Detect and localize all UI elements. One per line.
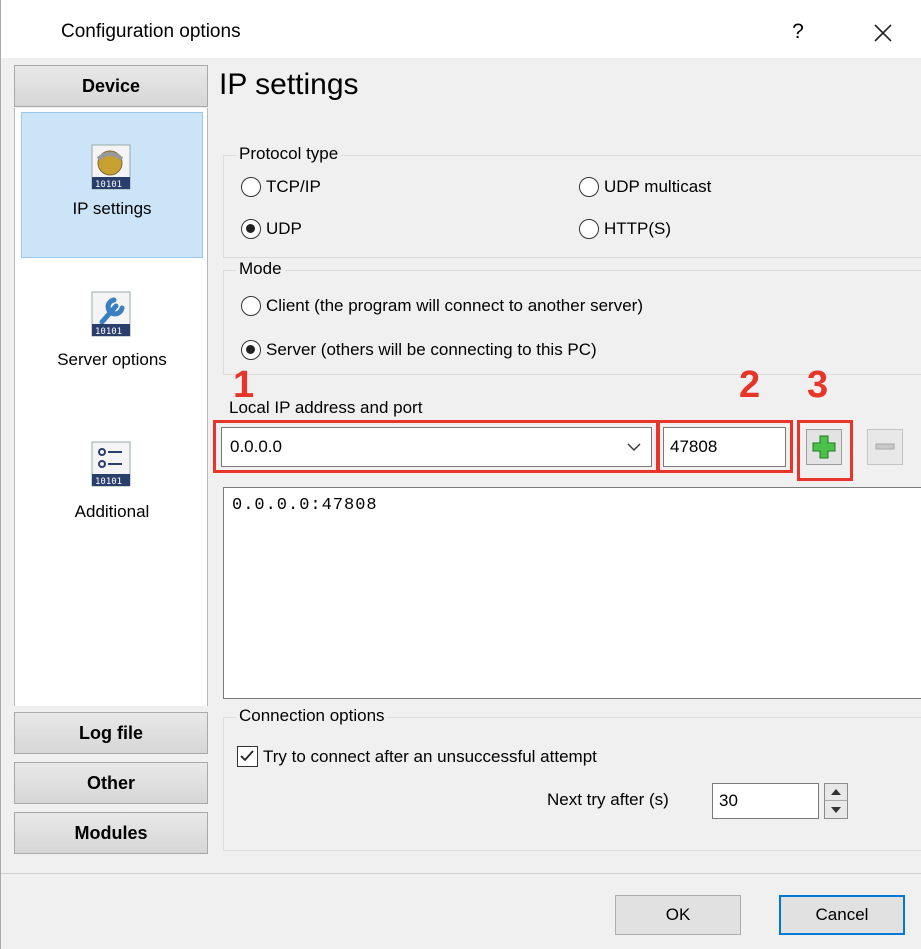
radio-button[interactable]	[241, 177, 261, 197]
sidebar-item-label: Additional	[74, 502, 150, 521]
radio-button[interactable]	[579, 177, 599, 197]
close-icon	[874, 23, 892, 42]
sidebar-panel: 10101 IP settings 10101 Server options 1…	[14, 108, 208, 706]
cancel-button[interactable]: Cancel	[779, 895, 905, 935]
sidebar-item-label: IP settings	[72, 199, 152, 218]
config-dialog: Configuration options ? Device 10101 IP …	[0, 0, 921, 949]
radio-button[interactable]	[241, 296, 261, 316]
group-label: Mode	[236, 259, 285, 279]
radio-label: Server (others will be connecting to thi…	[266, 340, 597, 359]
window-title: Configuration options	[61, 21, 241, 42]
protocol-type-group: Protocol type	[223, 144, 921, 258]
radio-udp-multicast[interactable]: UDP multicast	[579, 177, 711, 197]
list-item[interactable]: 0.0.0.0:47808	[232, 496, 378, 515]
retry-checkbox-row[interactable]: Try to connect after an unsuccessful att…	[237, 746, 597, 767]
radio-button[interactable]	[579, 219, 599, 239]
sidebar-item-label: Server options	[57, 350, 167, 369]
retry-checkbox[interactable]	[237, 746, 258, 767]
local-ip-label: Local IP address and port	[229, 398, 423, 417]
address-list[interactable]: 0.0.0.0:47808	[223, 487, 921, 699]
svg-text:10101: 10101	[95, 180, 122, 190]
annotation-number-1: 1	[233, 364, 255, 406]
triangle-down-icon	[831, 806, 841, 813]
radio-button[interactable]	[241, 219, 261, 239]
sidebar-header-device[interactable]: Device	[14, 65, 208, 107]
radio-label: UDP multicast	[604, 177, 712, 196]
help-button[interactable]: ?	[773, 10, 823, 54]
checkmark-icon	[240, 750, 254, 762]
next-try-spinner[interactable]	[824, 783, 848, 819]
title-bar: Configuration options ?	[1, 0, 921, 58]
sidebar-item-additional[interactable]: 10101 Additional	[21, 440, 203, 540]
close-button[interactable]	[853, 10, 913, 54]
sidebar-item-ip-settings[interactable]: 10101 IP settings	[21, 112, 203, 258]
group-label: Connection options	[236, 706, 388, 726]
sidebar-section-modules[interactable]: Modules	[14, 812, 208, 854]
wrench-icon: 10101	[91, 291, 131, 337]
sidebar-item-server-options[interactable]: 10101 Server options	[21, 290, 203, 390]
radio-label: TCP/IP	[266, 177, 321, 196]
triangle-up-icon	[831, 789, 841, 795]
radio-button[interactable]	[241, 340, 261, 360]
radio-label: HTTP(S)	[604, 219, 672, 238]
radio-tcp-ip[interactable]: TCP/IP	[241, 177, 321, 197]
radio-client[interactable]: Client (the program will connect to anot…	[241, 296, 643, 316]
spin-down-button[interactable]	[825, 801, 847, 818]
radio-label: Client (the program will connect to anot…	[266, 296, 643, 315]
list-settings-icon: 10101	[91, 441, 131, 487]
network-icon: 10101	[91, 144, 131, 190]
svg-text:10101: 10101	[95, 327, 122, 337]
next-try-label: Next try after (s)	[547, 790, 669, 809]
radio-label: UDP	[266, 219, 302, 238]
annotation-number-2: 2	[739, 364, 761, 406]
next-try-input[interactable]: 30	[712, 783, 819, 819]
spin-up-button[interactable]	[825, 784, 847, 801]
remove-address-button[interactable]	[867, 429, 903, 465]
sidebar-section-log-file[interactable]: Log file	[14, 712, 208, 754]
annotation-number-3: 3	[807, 364, 829, 406]
radio-udp[interactable]: UDP	[241, 219, 302, 239]
retry-label: Try to connect after an unsuccessful att…	[263, 746, 597, 766]
sidebar-section-other[interactable]: Other	[14, 762, 208, 804]
ok-button[interactable]: OK	[615, 895, 741, 935]
highlight-box-1	[213, 420, 659, 473]
highlight-box-3	[797, 420, 853, 481]
radio-https[interactable]: HTTP(S)	[579, 219, 671, 239]
minus-icon	[875, 443, 895, 450]
radio-server[interactable]: Server (others will be connecting to thi…	[241, 340, 597, 360]
svg-text:10101: 10101	[95, 477, 122, 487]
group-label: Protocol type	[236, 144, 342, 164]
page-title: IP settings	[219, 68, 359, 101]
highlight-box-2	[657, 420, 793, 473]
